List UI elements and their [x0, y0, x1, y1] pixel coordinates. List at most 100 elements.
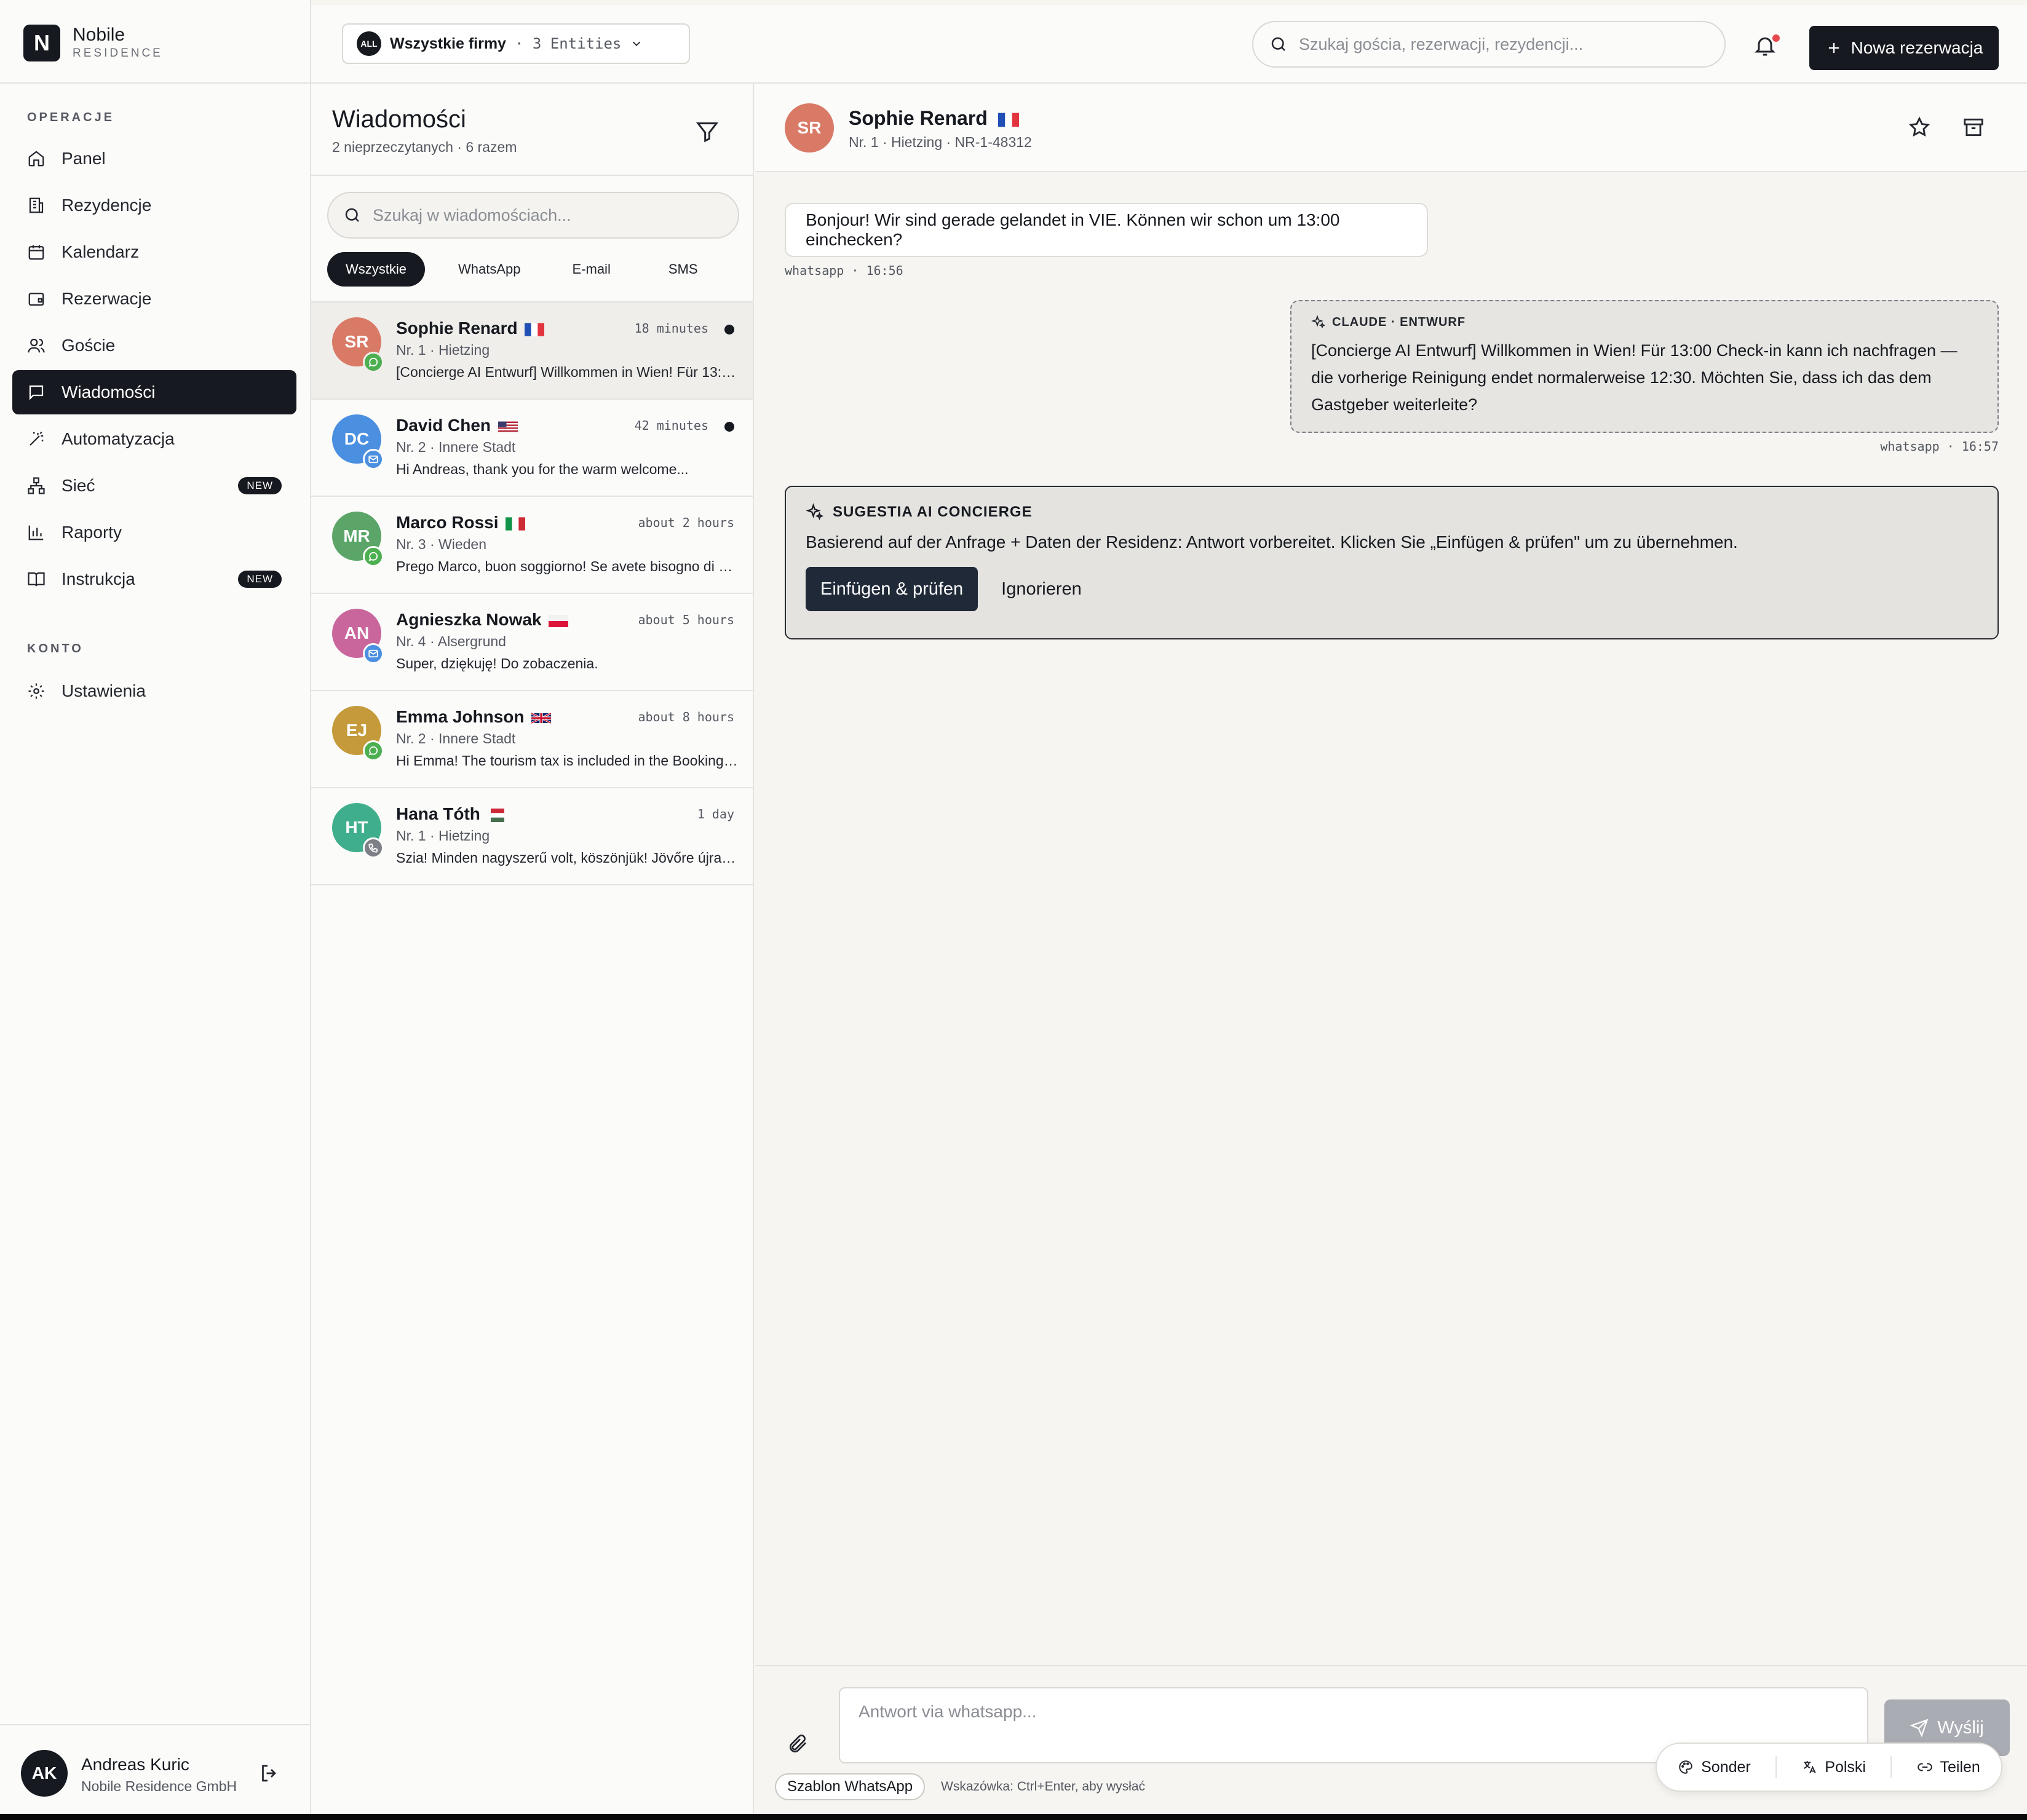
conversation-item[interactable]: AN Agnieszka Nowak Nr. 4 · Alsergrund Supe… — [311, 594, 753, 691]
conversation-preview: Szia! Minden nagyszerű volt, köszönjük! … — [396, 850, 738, 866]
chat-booking-info: Nr. 1 · Hietzing · NR-1-48312 — [849, 134, 1032, 150]
conversation-time: about 5 hours — [638, 612, 734, 627]
conversation-time: about 8 hours — [638, 710, 734, 724]
conversation-preview: Prego Marco, buon soggiorno! Se avete bi… — [396, 558, 738, 574]
divider — [1775, 1756, 1777, 1778]
avatar[interactable]: AK — [21, 1750, 68, 1797]
calendar-icon — [27, 243, 46, 261]
entity-switcher[interactable]: ALL Wszystkie firmy · 3 Entities — [342, 23, 690, 64]
sidebar-item-panel[interactable]: Panel — [12, 136, 296, 181]
conversation-unit: Nr. 2 · Innere Stadt — [396, 730, 516, 746]
sidebar-item-guests[interactable]: Goście — [12, 323, 296, 368]
sidebar-item-residences[interactable]: Rezydencje — [12, 183, 296, 228]
send-label: Wyślij — [1937, 1717, 1984, 1738]
conversation-item[interactable]: HT Hana Tóth Nr. 1 · Hietzing Szia! Minden… — [311, 788, 753, 885]
sidebar-item-label: Goście — [61, 336, 116, 355]
page-title: Wiadomości — [332, 106, 466, 133]
sidebar-item-calendar[interactable]: Kalendarz — [12, 230, 296, 274]
message-icon — [27, 383, 46, 402]
ignore-button[interactable]: Ignorieren — [1001, 579, 1082, 599]
section-label-operations: OPERACJE — [27, 111, 115, 124]
sidebar-item-network[interactable]: Sieć NEW — [12, 464, 296, 508]
sparkle-icon — [806, 503, 824, 521]
send-icon — [1910, 1719, 1929, 1737]
share-label: Teilen — [1940, 1758, 1980, 1776]
new-reservation-button[interactable]: Nowa rezerwacja — [1809, 26, 1999, 70]
suggestion-label: SUGESTIA AI CONCIERGE — [806, 503, 1978, 521]
wallet-icon — [27, 290, 46, 308]
share-button[interactable]: Teilen — [1917, 1759, 1980, 1776]
tab-whatsapp[interactable]: WhatsApp — [440, 252, 539, 287]
conversation-item[interactable]: MR Marco Rossi Nr. 3 · Wieden Prego Marco,… — [311, 497, 753, 594]
whatsapp-icon — [363, 740, 384, 761]
conversation-unit: Nr. 1 · Hietzing — [396, 828, 490, 844]
sidebar-item-manual[interactable]: Instrukcja NEW — [12, 557, 296, 601]
flag-us-icon — [498, 420, 518, 433]
filter-icon[interactable] — [695, 119, 720, 144]
message-search-input[interactable] — [373, 205, 738, 225]
star-icon[interactable] — [1908, 116, 1931, 139]
conversation-preview: Hi Andreas, thank you for the warm welco… — [396, 461, 689, 477]
ai-draft-message[interactable]: CLAUDE · ENTWURF [Concierge AI Entwurf] … — [1290, 300, 1999, 433]
sidebar-item-settings[interactable]: Ustawienia — [12, 669, 296, 713]
link-icon — [1917, 1759, 1933, 1775]
book-icon — [27, 570, 46, 588]
message-search[interactable] — [327, 192, 739, 239]
search-input[interactable] — [1299, 34, 1724, 54]
whatsapp-template-button[interactable]: Szablon WhatsApp — [775, 1773, 926, 1800]
sidebar-item-label: Raporty — [61, 523, 122, 542]
avatar: SR — [785, 103, 834, 152]
conversation-unit: Nr. 3 · Wieden — [396, 536, 486, 552]
user-profile: AK Andreas Kuric Nobile Residence GmbH — [0, 1724, 310, 1820]
tab-sms[interactable]: SMS — [650, 252, 716, 287]
unread-indicator — [724, 325, 734, 334]
phone-icon — [363, 837, 384, 858]
divider — [311, 175, 753, 176]
conversation-preview: Hi Emma! The tourism tax is included in … — [396, 753, 738, 769]
entity-count: · 3 Entities — [514, 35, 622, 52]
tab-email[interactable]: E-mail — [554, 252, 629, 287]
sidebar-item-label: Panel — [61, 149, 106, 168]
brand-logo[interactable]: N Nobile RESIDENCE — [23, 23, 163, 63]
email-icon — [363, 449, 384, 470]
top-bar: ALL Wszystkie firmy · 3 Entities Nowa re… — [311, 0, 2027, 84]
tab-all[interactable]: Wszystkie — [327, 252, 425, 287]
conversation-item[interactable]: DC David Chen Nr. 2 · Innere Stadt Hi Andr… — [311, 400, 753, 497]
conversation-name: Marco Rossi — [396, 513, 526, 532]
sonder-button[interactable]: Sonder — [1678, 1759, 1751, 1776]
sidebar-item-reports[interactable]: Raporty — [12, 510, 296, 555]
global-search[interactable] — [1252, 21, 1726, 68]
conversation-name: David Chen — [396, 416, 518, 435]
sidebar-item-reservations[interactable]: Rezerwacje — [12, 277, 296, 321]
archive-icon[interactable] — [1962, 116, 1985, 139]
message-list-panel: Wiadomości 2 nieprzeczytanych · 6 razem … — [311, 84, 754, 1820]
language-button[interactable]: Polski — [1801, 1759, 1866, 1776]
email-icon — [363, 643, 384, 664]
conversation-name: Agnieszka Nowak — [396, 610, 569, 630]
chat-guest-name: Sophie Renard — [849, 107, 1019, 130]
guest-name: David Chen — [396, 416, 491, 435]
guest-name: Marco Rossi — [396, 513, 499, 532]
suggestion-label-text: SUGESTIA AI CONCIERGE — [833, 504, 1033, 520]
insert-review-button[interactable]: Einfügen & prüfen — [806, 567, 978, 611]
section-label-account: KONTO — [27, 642, 84, 655]
guest-name-text: Sophie Renard — [849, 107, 988, 129]
sidebar-item-label: Automatyzacja — [61, 429, 175, 448]
conversation-item[interactable]: EJ Emma Johnson Nr. 2 · Innere Stadt Hi Em… — [311, 691, 753, 788]
sidebar-item-automation[interactable]: Automatyzacja — [12, 417, 296, 461]
conversation-time: 42 minutes — [634, 418, 708, 433]
reply-input[interactable] — [859, 1702, 1849, 1745]
sidebar-item-label: Wiadomości — [61, 382, 156, 402]
new-reservation-label: Nowa rezerwacja — [1850, 38, 1983, 57]
messages-summary: 2 nieprzeczytanych · 6 razem — [332, 139, 517, 155]
draft-text: [Concierge AI Entwurf] Willkommen in Wie… — [1311, 341, 1958, 414]
flag-gb-icon — [531, 711, 552, 725]
window-edge — [0, 1814, 2027, 1820]
chart-icon — [27, 523, 46, 542]
sidebar-item-messages[interactable]: Wiadomości — [12, 370, 296, 414]
logout-icon[interactable] — [258, 1762, 280, 1784]
guest-name: Agnieszka Nowak — [396, 610, 542, 629]
paperclip-icon[interactable] — [787, 1733, 809, 1755]
conversation-item[interactable]: SR Sophie Renard Nr. 1 · Hietzing [Concier… — [311, 303, 753, 400]
conversation-preview: [Concierge AI Entwurf] Willkommen in Wie… — [396, 364, 738, 380]
